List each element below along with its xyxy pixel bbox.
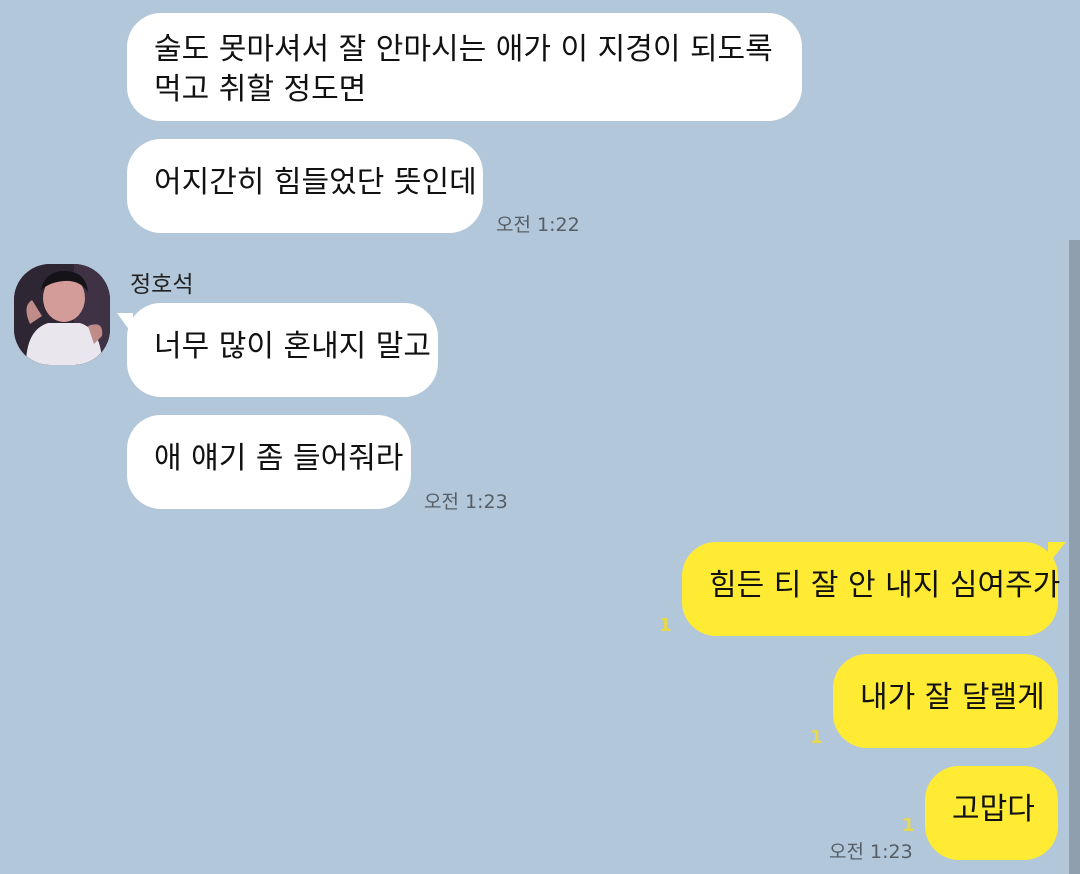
message-timestamp: 오전 1:23	[829, 841, 913, 863]
unread-count: 1	[659, 615, 672, 636]
sender-name: 정호석	[130, 272, 194, 298]
message-timestamp: 오전 1:23	[424, 491, 508, 513]
avatar[interactable]	[14, 264, 110, 365]
message-bubble-incoming[interactable]: 어지간히 힘들었단 뜻인데	[127, 139, 483, 233]
unread-count: 1	[902, 815, 915, 836]
message-bubble-outgoing[interactable]: 힘든 티 잘 안 내지 심여주가	[682, 542, 1060, 636]
message-bubble-outgoing[interactable]: 내가 잘 달랠게	[833, 654, 1058, 748]
message-timestamp: 오전 1:22	[496, 214, 580, 236]
message-bubble-incoming[interactable]: 애 얘기 좀 들어줘라	[127, 415, 411, 509]
message-bubble-incoming[interactable]: 너무 많이 혼내지 말고	[127, 303, 438, 397]
message-bubble-incoming[interactable]: 술도 못마셔서 잘 안마시는 애가 이 지경이 되도록 먹고 취할 정도면	[127, 13, 802, 121]
unread-count: 1	[810, 727, 823, 748]
message-bubble-outgoing[interactable]: 고맙다	[925, 766, 1058, 860]
scrollbar[interactable]	[1069, 240, 1080, 874]
profile-photo-icon	[14, 264, 110, 365]
